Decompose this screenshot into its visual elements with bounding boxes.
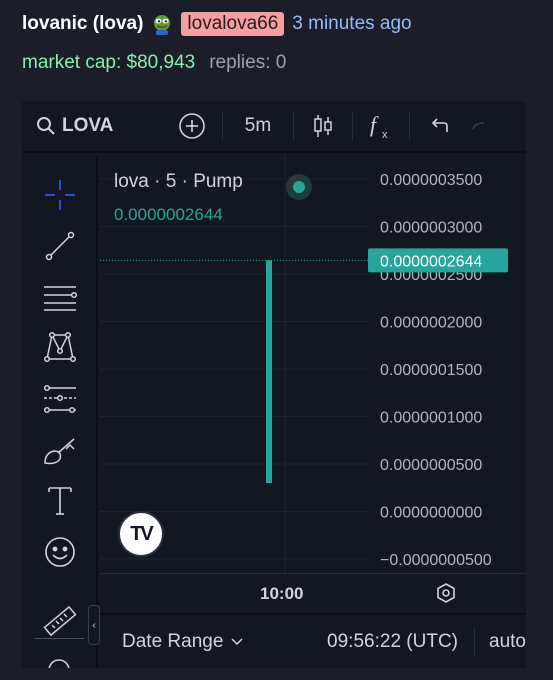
fib-lines-tool[interactable] [40,276,80,316]
ruler-tool[interactable] [40,601,80,641]
text-icon [48,487,72,515]
interval-button[interactable]: 5m [223,101,293,152]
token-stats: market cap: $80,943 replies: 0 [22,52,286,74]
brush-icon [44,438,75,465]
series-legend: lova · 5 · Pump [114,171,243,192]
chevron-left-icon: ‹ [92,619,96,631]
y-tick-label: 0.0000000000 [380,505,482,522]
live-status-indicator [286,174,312,200]
add-icon [179,113,205,139]
svg-text:x: x [382,129,388,140]
y-tick-label: 0.0000002000 [380,315,482,332]
tradingview-logo[interactable]: TV [118,511,164,557]
chart-toolbar: LOVA 5m fx [22,101,526,153]
pepe-avatar-icon [154,15,171,35]
chart-area[interactable]: lova · 5 · Pump 0.0000002644 TV [100,155,368,573]
y-tick-label: −0.0000000500 [380,552,492,569]
footer-separator [474,627,475,656]
chevron-down-icon [231,637,243,645]
trendline-tool[interactable] [40,226,80,266]
indicators-button[interactable]: fx [353,101,409,152]
time-axis[interactable]: 10:00 [100,573,526,613]
y-tick-label: 0.0000002500 [380,267,482,284]
replies-count: replies: 0 [209,52,287,73]
drawing-toolbar: ‹ [22,155,100,668]
status-dot-icon [293,181,305,193]
chart-settings-icon[interactable] [434,581,458,605]
collapse-toolbar-button[interactable]: ‹ [88,605,100,645]
undo-button[interactable] [410,101,470,152]
crosshair-tool[interactable] [40,175,80,215]
date-range-label: Date Range [122,630,224,652]
chart-panel: LOVA 5m fx ‹ 0.0000003500 0.0000003000 0… [22,101,526,668]
y-tick-label: 0.0000001500 [380,362,482,379]
forecast-icon [43,384,76,414]
function-icon: fx [370,112,388,140]
tradingview-logo-icon: TV [130,522,154,545]
zoom-icon [48,659,70,668]
legend-price: 0.0000002644 [114,205,223,224]
redo-icon [472,122,485,130]
price-label: 0.0000002644 [380,253,482,270]
text-tool[interactable] [40,481,80,521]
time-tick: 10:00 [260,584,304,603]
token-header: lovanic (lova) lovalova66 3 minutes ago [22,12,412,36]
symbol-search[interactable]: LOVA [36,115,162,137]
creator-badge[interactable]: lovalova66 [181,12,285,36]
search-icon [37,117,55,135]
brush-tool[interactable] [40,432,80,472]
auto-scale-button[interactable]: auto [489,631,526,653]
y-tick-label: 0.0000003000 [380,220,482,237]
y-tick-label: 0.0000003500 [380,172,482,189]
emoji-icon [45,537,75,567]
chart-footer: Date Range 09:56:22 (UTC) auto [100,613,526,668]
symbol-label: LOVA [62,115,114,136]
chart-type-button[interactable] [294,101,352,152]
candles-icon [314,115,332,137]
y-tick-label: 0.0000001000 [380,410,482,427]
y-tick-label: 0.0000000500 [380,457,482,474]
utc-clock[interactable]: 09:56:22 (UTC) [296,631,458,653]
trendline-icon [45,231,75,261]
pattern-tool[interactable] [40,327,80,367]
undo-icon [431,118,448,132]
redo-button[interactable] [470,101,488,152]
token-name: lovanic (lova) [22,13,144,34]
compare-button[interactable] [162,101,222,152]
emoji-tool[interactable] [40,532,80,572]
fib-lines-icon [44,286,78,311]
created-time: 3 minutes ago [292,13,412,34]
ruler-icon [43,605,77,637]
pattern-icon [43,331,77,363]
market-cap: market cap: $80,943 [22,52,196,73]
date-range-button[interactable]: Date Range [122,631,296,653]
crosshair-icon [45,180,75,210]
zoom-tool[interactable] [40,651,80,668]
price-label-box [368,248,508,273]
forecast-tool[interactable] [40,379,80,419]
svg-text:f: f [370,112,379,137]
